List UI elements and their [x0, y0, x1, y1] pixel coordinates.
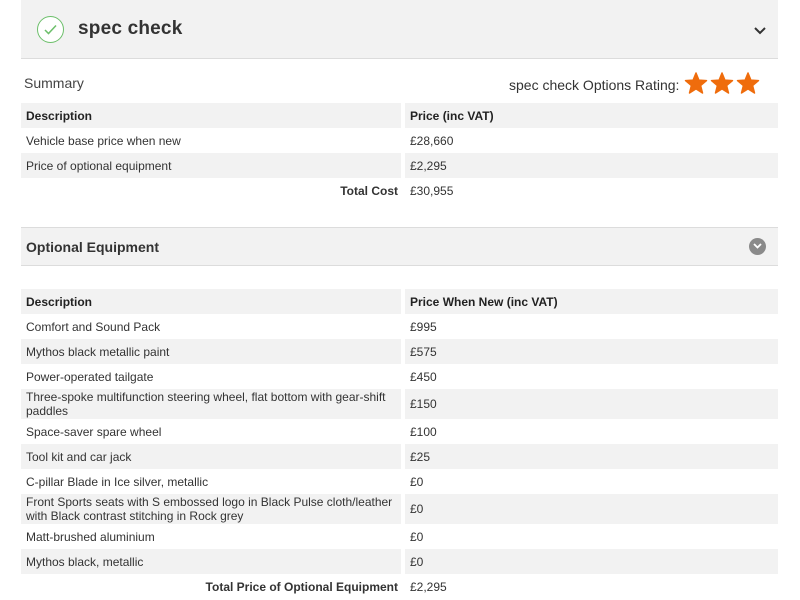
- table-header-row: Description Price (inc VAT): [21, 103, 778, 128]
- row-price: £450: [401, 364, 778, 389]
- row-description: Comfort and Sound Pack: [26, 319, 161, 334]
- check-circle-icon: [37, 16, 64, 43]
- spec-check-header[interactable]: spec check: [21, 0, 778, 59]
- optional-equipment-table: Description Price When New (inc VAT) Com…: [21, 289, 778, 599]
- table-row: C-pillar Blade in Ice silver, metallic £…: [21, 469, 778, 494]
- table-row: Price of optional equipment £2,295: [21, 153, 778, 178]
- row-description: Three-spoke multifunction steering wheel…: [21, 389, 403, 419]
- table-row: Mythos black metallic paint £575: [21, 339, 778, 364]
- table-row: Vehicle base price when new £28,660: [21, 128, 778, 153]
- row-price: £28,660: [401, 128, 778, 153]
- row-price: £0: [401, 549, 778, 574]
- row-description: Tool kit and car jack: [21, 444, 403, 469]
- row-price: £0: [401, 469, 778, 494]
- total-row: Total Cost £30,955: [21, 178, 778, 203]
- row-description: Price of optional equipment: [21, 153, 403, 178]
- table-row: Mythos black, metallic £0: [21, 549, 778, 574]
- row-price: £100: [401, 419, 778, 444]
- column-header-description: Description: [21, 289, 403, 314]
- row-description: Vehicle base price when new: [26, 133, 181, 148]
- chevron-down-icon[interactable]: [754, 22, 766, 40]
- optional-equipment-title: Optional Equipment: [26, 239, 159, 255]
- table-row: Front Sports seats with S embossed logo …: [21, 494, 778, 524]
- table-row: Three-spoke multifunction steering wheel…: [21, 389, 778, 419]
- star-icon: [684, 72, 708, 94]
- column-header-price: Price (inc VAT): [401, 103, 778, 128]
- table-row: Comfort and Sound Pack £995: [21, 314, 778, 339]
- page-title: spec check: [78, 18, 183, 39]
- column-header-description: Description: [21, 103, 403, 128]
- summary-label: Summary: [24, 75, 84, 91]
- options-rating-stars: [684, 72, 762, 96]
- table-row: Matt-brushed aluminium £0: [21, 524, 778, 549]
- column-header-price: Price When New (inc VAT): [401, 289, 778, 314]
- row-description: C-pillar Blade in Ice silver, metallic: [26, 474, 209, 489]
- table-row: Space-saver spare wheel £100: [21, 419, 778, 444]
- row-description: Mythos black metallic paint: [21, 339, 403, 364]
- row-price: £25: [401, 444, 778, 469]
- row-price: £150: [401, 389, 778, 419]
- row-description: Front Sports seats with S embossed logo …: [21, 494, 403, 524]
- table-row: Power-operated tailgate £450: [21, 364, 778, 389]
- table-row: Tool kit and car jack £25: [21, 444, 778, 469]
- total-optional-value: £2,295: [401, 574, 778, 599]
- row-description: Matt-brushed aluminium: [26, 529, 155, 544]
- summary-table: Description Price (inc VAT) Vehicle base…: [21, 103, 778, 203]
- row-price: £2,295: [401, 153, 778, 178]
- total-optional-label: Total Price of Optional Equipment: [205, 579, 398, 594]
- optional-equipment-header[interactable]: Optional Equipment: [21, 227, 778, 266]
- star-icon: [710, 72, 734, 94]
- total-cost-label: Total Cost: [340, 183, 398, 198]
- row-description: Power-operated tailgate: [26, 369, 154, 384]
- row-price: £0: [401, 524, 778, 549]
- row-description: Space-saver spare wheel: [26, 424, 162, 439]
- star-icon: [736, 72, 760, 94]
- rating-label: spec check Options Rating:: [509, 77, 680, 93]
- collapse-toggle-icon[interactable]: [749, 238, 766, 255]
- row-price: £575: [401, 339, 778, 364]
- row-price: £995: [401, 314, 778, 339]
- total-row: Total Price of Optional Equipment £2,295: [21, 574, 778, 599]
- table-header-row: Description Price When New (inc VAT): [21, 289, 778, 314]
- row-description: Mythos black, metallic: [21, 549, 403, 574]
- row-price: £0: [401, 494, 778, 524]
- total-cost-value: £30,955: [401, 178, 778, 203]
